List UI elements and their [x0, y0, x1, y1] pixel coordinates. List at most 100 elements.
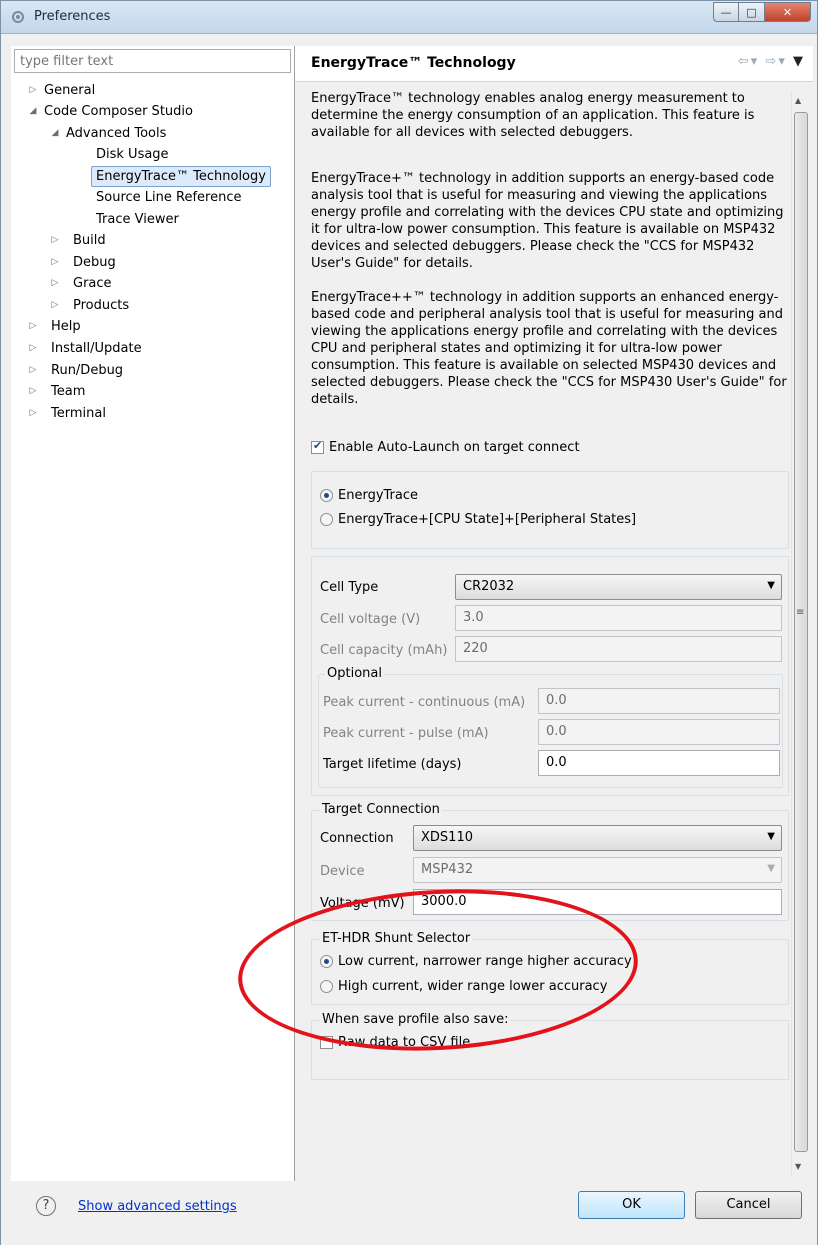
preferences-window: Preferences — □ ✕ ▷ General ◢ Code Compo… [0, 0, 818, 1245]
expand-arrow-icon[interactable]: ▷ [27, 403, 39, 424]
shunt-option-label: High current, wider range lower accuracy [338, 979, 608, 994]
collapse-arrow-icon[interactable]: ◢ [49, 123, 61, 144]
peak-continuous-label: Peak current - continuous (mA) [323, 695, 526, 710]
cell-group: Cell Type CR2032 ▼ Cell voltage (V) 3.0 C… [311, 556, 789, 796]
back-arrow-icon[interactable]: ⇦ [738, 54, 751, 69]
back-menu-chevron-icon[interactable]: ▾ [751, 54, 760, 69]
expand-arrow-icon[interactable]: ▷ [27, 338, 39, 359]
view-menu-icon[interactable]: ▼ [793, 54, 805, 69]
expand-arrow-icon[interactable]: ▷ [27, 381, 39, 402]
connection-value: XDS110 [421, 830, 473, 845]
help-icon[interactable]: ? [36, 1196, 56, 1216]
auto-launch-label: Enable Auto-Launch on target connect [329, 440, 580, 455]
target-connection-label: Target Connection [320, 802, 442, 817]
forward-arrow-icon[interactable]: ⇨ [765, 54, 778, 69]
expand-arrow-icon[interactable]: ▷ [27, 360, 39, 381]
scroll-down-icon[interactable]: ▼ [795, 1162, 801, 1171]
expand-arrow-icon[interactable]: ▷ [49, 230, 61, 251]
raw-data-checkbox[interactable] [320, 1036, 333, 1049]
mode-radio-energytrace[interactable] [320, 489, 333, 502]
page-title: EnergyTrace™ Technology [311, 55, 516, 71]
minimize-icon: — [720, 5, 732, 19]
mode-option-energytrace-plus[interactable]: EnergyTrace+[CPU State]+[Peripheral Stat… [320, 512, 636, 527]
raw-data-label: Raw data to CSV file [338, 1035, 471, 1050]
auto-launch-checkbox[interactable] [311, 439, 324, 454]
tree-item-label: Disk Usage [96, 147, 169, 162]
tree-item-label: Team [51, 384, 86, 399]
show-advanced-settings-link[interactable]: Show advanced settings [78, 1199, 237, 1214]
window-controls: — □ ✕ [713, 2, 811, 22]
cell-capacity-label: Cell capacity (mAh) [320, 643, 448, 658]
page-header: EnergyTrace™ Technology ⇦▾ ⇨▾ ▼ [295, 46, 813, 82]
minimize-button[interactable]: — [713, 2, 739, 22]
tree-item-label: Trace Viewer [96, 212, 179, 227]
mode-option-label: EnergyTrace+[CPU State]+[Peripheral Stat… [338, 512, 637, 527]
shunt-option-high[interactable]: High current, wider range lower accuracy [320, 979, 607, 994]
scroll-grip-icon: ≡ [796, 607, 805, 618]
tree-item-label: General [44, 83, 96, 98]
description-energytrace-plus: EnergyTrace+™ technology in addition sup… [311, 171, 784, 271]
mode-option-label: EnergyTrace [338, 488, 418, 503]
expand-arrow-icon[interactable]: ▷ [27, 316, 39, 337]
maximize-icon: □ [746, 5, 757, 19]
preference-page: EnergyTrace™ Technology ⇦▾ ⇨▾ ▼ EnergyTr… [295, 46, 813, 1181]
optional-group: Optional Peak current - continuous (mA) … [318, 666, 783, 788]
voltage-input[interactable]: 3000.0 [413, 889, 782, 915]
shunt-option-low[interactable]: Low current, narrower range higher accur… [320, 954, 632, 969]
tree-item-label: Advanced Tools [66, 126, 167, 141]
mode-radio-energytrace-plus[interactable] [320, 513, 333, 526]
expand-arrow-icon[interactable]: ▷ [27, 80, 39, 101]
shunt-radio-low[interactable] [320, 955, 333, 968]
peak-pulse-label: Peak current - pulse (mA) [323, 726, 489, 741]
scroll-thumb[interactable] [794, 112, 808, 1152]
maximize-button[interactable]: □ [739, 2, 765, 22]
mode-group: EnergyTrace EnergyTrace+[CPU State]+[Per… [311, 471, 789, 549]
tree-item-label: Code Composer Studio [44, 104, 193, 119]
navigation-pane: ▷ General ◢ Code Composer Studio ◢ Advan… [11, 46, 294, 1181]
tree-item-label: Install/Update [51, 341, 142, 356]
mode-option-energytrace[interactable]: EnergyTrace [320, 488, 418, 503]
raw-data-option[interactable]: Raw data to CSV file [320, 1035, 470, 1050]
tree-item-label: Terminal [51, 406, 106, 421]
tree-item-label: Products [73, 298, 130, 313]
filter-input[interactable] [14, 49, 291, 73]
cancel-button[interactable]: Cancel [695, 1191, 802, 1219]
vertical-scrollbar[interactable]: ▲ ≡ ▼ [791, 92, 808, 1176]
close-button[interactable]: ✕ [765, 2, 811, 22]
forward-menu-chevron-icon[interactable]: ▾ [778, 54, 787, 69]
tree-item-label: Debug [73, 255, 116, 270]
dropdown-caret-icon: ▼ [767, 831, 775, 842]
dropdown-caret-icon: ▼ [767, 580, 775, 591]
connection-select[interactable]: XDS110 ▼ [413, 825, 782, 851]
save-options-group: When save profile also save: Raw data to… [311, 1012, 789, 1080]
connection-label: Connection [320, 831, 394, 846]
cell-type-label: Cell Type [320, 580, 379, 595]
history-navigation: ⇦▾ ⇨▾ ▼ [738, 54, 805, 69]
close-icon: ✕ [782, 5, 793, 19]
tree-item-label: Build [73, 233, 106, 248]
collapse-arrow-icon[interactable]: ◢ [27, 101, 39, 122]
dialog-footer: ? Show advanced settings OK Cancel [1, 1181, 817, 1245]
shunt-radio-high[interactable] [320, 980, 333, 993]
title-bar[interactable]: Preferences — □ ✕ [1, 1, 817, 34]
target-lifetime-label: Target lifetime (days) [323, 757, 462, 772]
voltage-label: Voltage (mV) [320, 896, 405, 911]
device-label: Device [320, 864, 365, 879]
tree-item-label: Run/Debug [51, 363, 124, 378]
expand-arrow-icon[interactable]: ▷ [49, 273, 61, 294]
cell-type-value: CR2032 [463, 579, 515, 594]
dropdown-caret-icon: ▼ [767, 863, 775, 874]
tree-item-label: Help [51, 319, 81, 334]
shunt-selector-group: ET-HDR Shunt Selector Low current, narro… [311, 931, 789, 1005]
cell-voltage-label: Cell voltage (V) [320, 612, 421, 627]
expand-arrow-icon[interactable]: ▷ [49, 295, 61, 316]
shunt-selector-label: ET-HDR Shunt Selector [320, 931, 473, 946]
tree-item-label: EnergyTrace™ Technology [91, 166, 271, 187]
auto-launch-option[interactable]: Enable Auto-Launch on target connect [311, 439, 580, 455]
scroll-up-icon[interactable]: ▲ [795, 96, 801, 105]
expand-arrow-icon[interactable]: ▷ [49, 252, 61, 273]
target-lifetime-input[interactable]: 0.0 [538, 750, 780, 776]
peak-continuous-field: 0.0 [538, 688, 780, 714]
cell-type-select[interactable]: CR2032 ▼ [455, 574, 782, 600]
ok-button[interactable]: OK [578, 1191, 685, 1219]
